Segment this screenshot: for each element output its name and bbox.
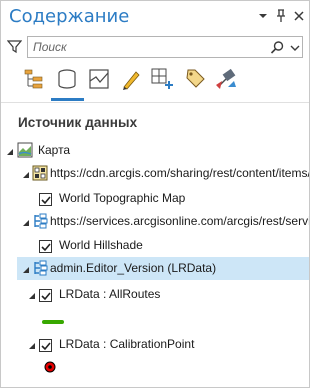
list-by-perspective-imagery-icon[interactable] xyxy=(214,67,238,93)
collapse-triangle-icon[interactable] xyxy=(21,264,31,274)
contents-toolbar xyxy=(1,63,309,103)
tree-item-source-selected[interactable]: admin.Editor_Version (LRData) xyxy=(1,258,309,280)
list-by-editing-icon[interactable] xyxy=(87,67,111,93)
collapse-triangle-icon[interactable] xyxy=(27,290,37,300)
search-input[interactable] xyxy=(33,39,263,55)
point-symbol-icon xyxy=(44,361,56,376)
dropdown-arrow-icon[interactable] xyxy=(255,8,271,24)
toolbar-divider xyxy=(1,102,309,103)
visibility-checkbox[interactable] xyxy=(39,289,52,302)
list-by-data-source-icon[interactable] xyxy=(55,67,79,93)
collapse-triangle-icon[interactable] xyxy=(21,217,31,227)
close-icon[interactable] xyxy=(291,8,307,24)
tree-item-layer[interactable]: LRData : CalibrationPoint xyxy=(1,334,309,356)
search-box xyxy=(27,36,303,58)
tree-item-label: World Topographic Map xyxy=(59,191,186,205)
tree-item-label: World Hillshade xyxy=(59,238,143,252)
tree-item-layer[interactable]: World Hillshade xyxy=(1,235,309,257)
tile-service-icon xyxy=(32,165,48,184)
search-icon[interactable] xyxy=(270,40,285,58)
database-connection-icon xyxy=(32,260,48,279)
contents-pane: Содержание Поиск Источник данных Карта h… xyxy=(0,0,310,388)
filter-icon[interactable] xyxy=(6,39,23,57)
tree-item-map[interactable]: Карта xyxy=(1,140,309,162)
chevron-down-icon[interactable] xyxy=(290,42,300,56)
tree-item-layer[interactable]: LRData : AllRoutes xyxy=(1,284,309,306)
collapse-triangle-icon[interactable] xyxy=(27,340,37,350)
list-by-selection-icon[interactable] xyxy=(150,67,174,93)
tree-item-label: Карта xyxy=(38,143,71,157)
visibility-checkbox[interactable] xyxy=(39,193,52,206)
section-title: Источник данных xyxy=(18,115,138,130)
tree-item-label: https://services.arcgisonline.com/arcgis… xyxy=(50,214,309,228)
tree-item-source[interactable]: https://cdn.arcgis.com/sharing/rest/cont… xyxy=(1,163,309,185)
tree-item-layer[interactable]: World Topographic Map xyxy=(1,188,309,210)
tree-item-label: https://cdn.arcgis.com/sharing/rest/cont… xyxy=(50,166,310,180)
list-by-labeling-icon[interactable] xyxy=(182,67,206,93)
pane-title: Содержание xyxy=(9,6,130,27)
tree-item-label: LRData : CalibrationPoint xyxy=(59,337,195,351)
list-by-snapping-icon[interactable] xyxy=(119,67,143,93)
map-icon xyxy=(17,142,33,161)
visibility-checkbox[interactable] xyxy=(39,339,52,352)
active-tool-indicator xyxy=(51,98,84,101)
tree-item-label: LRData : AllRoutes xyxy=(59,287,161,301)
collapse-triangle-icon[interactable] xyxy=(21,169,31,179)
line-symbol-icon xyxy=(42,314,64,328)
collapse-triangle-icon[interactable] xyxy=(5,146,15,156)
pane-titlebar: Содержание xyxy=(1,1,309,34)
map-service-icon xyxy=(32,213,48,232)
list-by-drawing-order-icon[interactable] xyxy=(23,67,47,93)
tree-item-label: admin.Editor_Version (LRData) xyxy=(50,261,217,275)
pin-icon[interactable] xyxy=(273,8,289,24)
tree-item-source[interactable]: https://services.arcgisonline.com/arcgis… xyxy=(1,211,309,233)
visibility-checkbox[interactable] xyxy=(39,240,52,253)
